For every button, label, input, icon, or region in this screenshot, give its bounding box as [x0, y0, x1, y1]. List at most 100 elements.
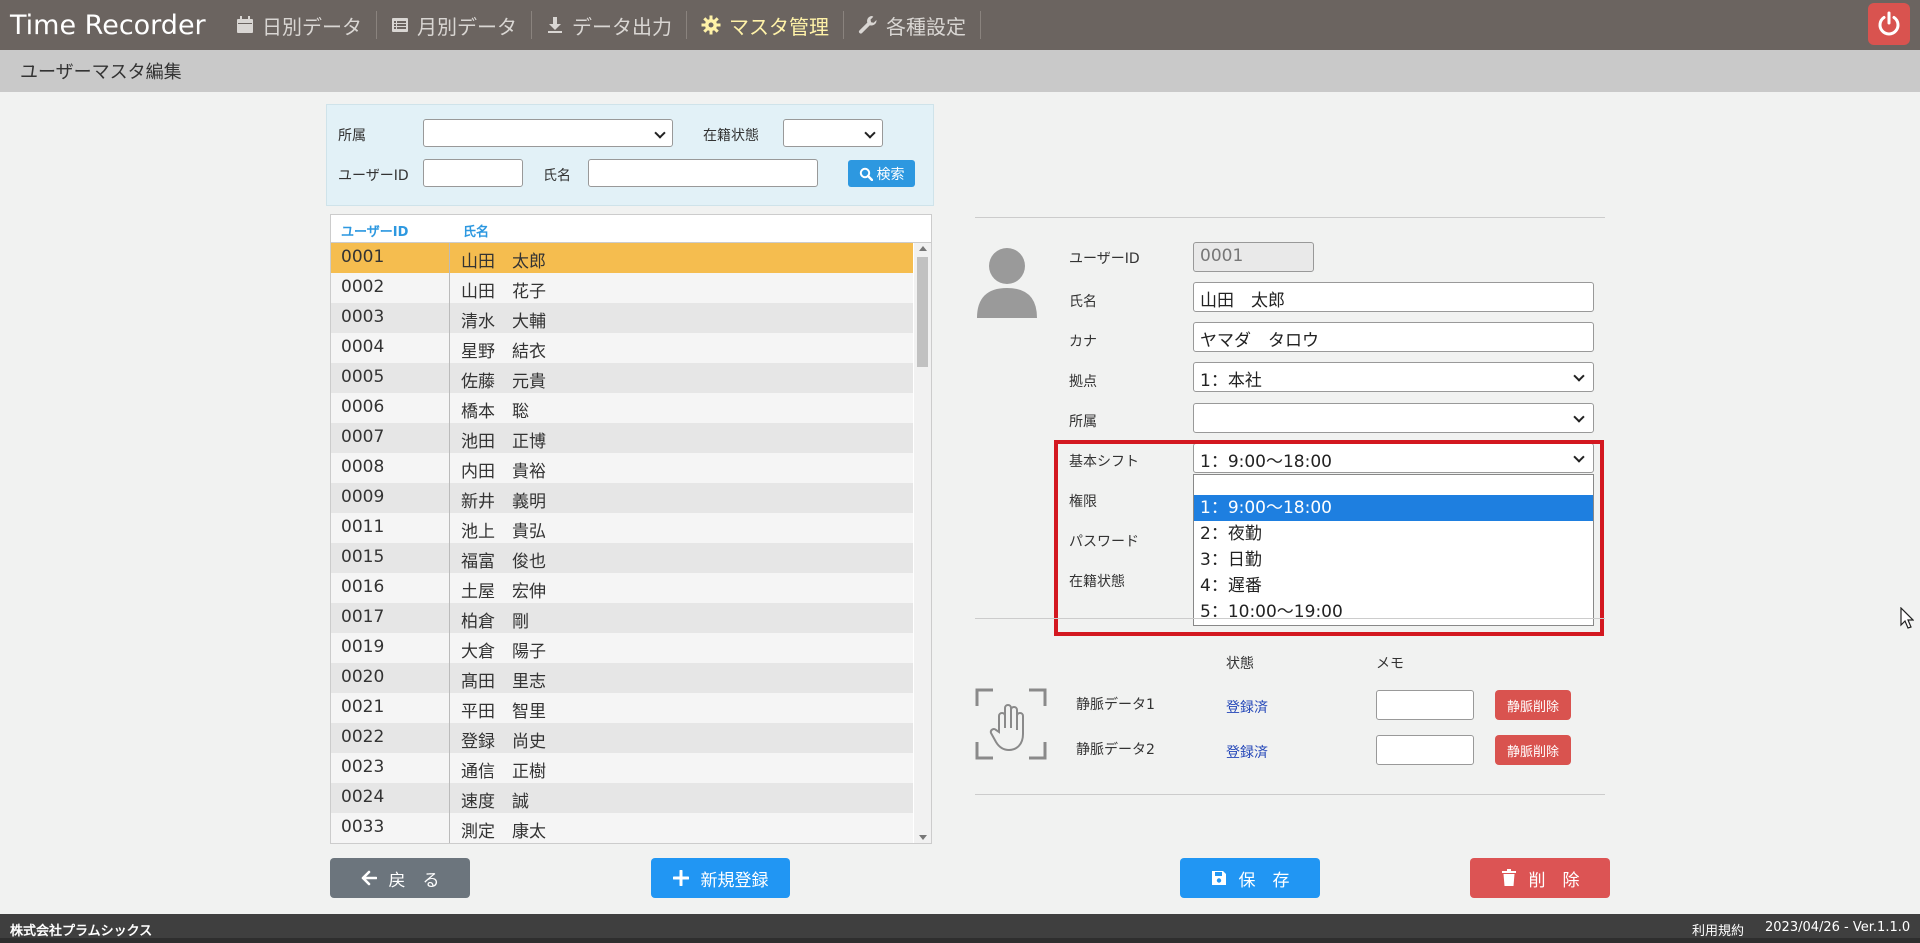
vein-data-1-memo-input[interactable] — [1376, 690, 1474, 720]
table-row[interactable]: 0015 福富 俊也 — [331, 543, 913, 574]
table-row[interactable]: 0016 土屋 宏伸 — [331, 573, 913, 604]
hand-scan-icon — [975, 688, 1047, 760]
shift-option[interactable]: 5：10:00〜19:00 — [1194, 599, 1593, 625]
column-separator — [449, 663, 450, 693]
row-name: 柏倉 剛 — [461, 612, 529, 632]
table-row[interactable]: 0020 髙田 里志 — [331, 663, 913, 694]
row-userid: 0017 — [341, 607, 385, 627]
row-userid: 0024 — [341, 787, 385, 807]
scroll-thumb[interactable] — [917, 257, 928, 367]
table-row[interactable]: 0023 通信 正樹 — [331, 753, 913, 784]
nav-monthly-data[interactable]: 月別データ — [377, 11, 532, 39]
column-separator — [449, 483, 450, 513]
list-scrollbar[interactable] — [914, 243, 931, 843]
nav-settings[interactable]: 各種設定 — [844, 11, 981, 39]
userid-field: 0001 — [1193, 242, 1314, 272]
row-name: 佐藤 元貴 — [461, 372, 546, 392]
footer-terms-link[interactable]: 利用規約 — [1692, 920, 1744, 939]
search-button[interactable]: 検索 — [848, 160, 915, 187]
divider — [975, 794, 1605, 795]
shift-dropdown-list: 1：9:00〜18:00 2：夜勤 3：日勤 4：遅番 5：10:00〜19:00 — [1193, 474, 1594, 626]
back-button[interactable]: 戻 る — [330, 858, 470, 898]
row-userid: 0007 — [341, 427, 385, 447]
nav-label: 各種設定 — [886, 14, 966, 39]
vein-data-1-delete-button[interactable]: 静脈削除 — [1495, 690, 1571, 720]
save-button[interactable]: 保 存 — [1180, 858, 1320, 898]
shift-option[interactable]: 3：日勤 — [1194, 547, 1593, 573]
gear-icon — [701, 15, 721, 35]
column-separator — [449, 513, 450, 543]
download-icon — [548, 17, 562, 33]
nav-daily-data[interactable]: 日別データ — [222, 11, 377, 39]
table-row[interactable]: 0019 大倉 陽子 — [331, 633, 913, 664]
table-row[interactable]: 0001 山田 太郎 — [331, 243, 913, 274]
column-separator — [449, 723, 450, 753]
site-label: 拠点 — [1069, 374, 1097, 390]
shift-option[interactable]: 1：9:00〜18:00 — [1194, 495, 1593, 521]
plus-icon — [672, 870, 689, 886]
vein-status-header: 状態 — [1226, 656, 1254, 672]
row-userid: 0011 — [341, 517, 385, 537]
table-row[interactable]: 0009 新井 義明 — [331, 483, 913, 514]
name-label: 氏名 — [1069, 294, 1097, 310]
table-row[interactable]: 0008 内田 貴裕 — [331, 453, 913, 484]
column-separator — [449, 813, 450, 843]
nav-master-management[interactable]: マスタ管理 — [687, 11, 844, 39]
vein-data-2-status: 登録済 — [1226, 745, 1268, 761]
new-register-button[interactable]: 新規登録 — [651, 858, 790, 898]
search-button-label: 検索 — [876, 166, 905, 183]
table-row[interactable]: 0017 柏倉 剛 — [331, 603, 913, 634]
column-separator — [449, 243, 450, 273]
nav-label: データ出力 — [572, 14, 672, 39]
search-status-select[interactable] — [783, 119, 883, 147]
table-row[interactable]: 0005 佐藤 元貴 — [331, 363, 913, 394]
row-name: 池田 正博 — [461, 432, 546, 452]
footer-company: 株式会社プラムシックス — [10, 924, 153, 939]
wrench-icon — [858, 16, 877, 34]
app-title: Time Recorder — [10, 9, 206, 41]
table-row[interactable]: 0002 山田 花子 — [331, 273, 913, 304]
table-row[interactable]: 0033 測定 康太 — [331, 813, 913, 843]
name-field[interactable]: 山田 太郎 — [1193, 282, 1594, 312]
search-status-label: 在籍状態 — [703, 128, 759, 144]
shift-option[interactable]: 2：夜勤 — [1194, 521, 1593, 547]
row-name: 土屋 宏伸 — [461, 582, 546, 602]
row-name: 大倉 陽子 — [461, 642, 546, 662]
search-name-input[interactable] — [588, 159, 818, 187]
column-separator — [449, 693, 450, 723]
search-dept-select[interactable] — [423, 119, 673, 147]
divider — [975, 618, 1605, 619]
kana-field[interactable]: ヤマダ タロウ — [1193, 322, 1594, 352]
logout-button[interactable] — [1868, 3, 1910, 45]
nav-label: 日別データ — [262, 14, 362, 39]
nav-data-export[interactable]: データ出力 — [532, 11, 687, 39]
table-row[interactable]: 0006 橋本 聡 — [331, 393, 913, 424]
row-name: 平田 智里 — [461, 702, 546, 722]
site-select[interactable]: 1：本社 — [1193, 362, 1594, 392]
row-name: 福富 俊也 — [461, 552, 546, 572]
table-row[interactable]: 0022 登録 尚史 — [331, 723, 913, 754]
column-separator — [449, 393, 450, 423]
row-userid: 0015 — [341, 547, 385, 567]
shift-option[interactable]: 4：遅番 — [1194, 573, 1593, 599]
scroll-down-icon[interactable] — [919, 835, 927, 840]
scroll-up-icon[interactable] — [919, 246, 927, 251]
delete-button[interactable]: 削 除 — [1470, 858, 1610, 898]
search-userid-input[interactable] — [423, 159, 523, 187]
footer-strip — [0, 938, 1920, 943]
table-row[interactable]: 0011 池上 貴弘 — [331, 513, 913, 544]
column-separator — [449, 603, 450, 633]
dept-select[interactable] — [1193, 403, 1594, 433]
table-row[interactable]: 0021 平田 智里 — [331, 693, 913, 724]
row-name: 星野 結衣 — [461, 342, 546, 362]
table-row[interactable]: 0024 速度 誠 — [331, 783, 913, 814]
vein-data-2-delete-button[interactable]: 静脈削除 — [1495, 735, 1571, 765]
shift-option[interactable] — [1194, 475, 1593, 495]
table-row[interactable]: 0007 池田 正博 — [331, 423, 913, 454]
vein-data-2-memo-input[interactable] — [1376, 735, 1474, 765]
list-header-name: 氏名 — [463, 225, 490, 240]
row-userid: 0020 — [341, 667, 385, 687]
delete-button-label: 削 除 — [1528, 870, 1580, 891]
table-row[interactable]: 0003 清水 大輔 — [331, 303, 913, 334]
table-row[interactable]: 0004 星野 結衣 — [331, 333, 913, 364]
